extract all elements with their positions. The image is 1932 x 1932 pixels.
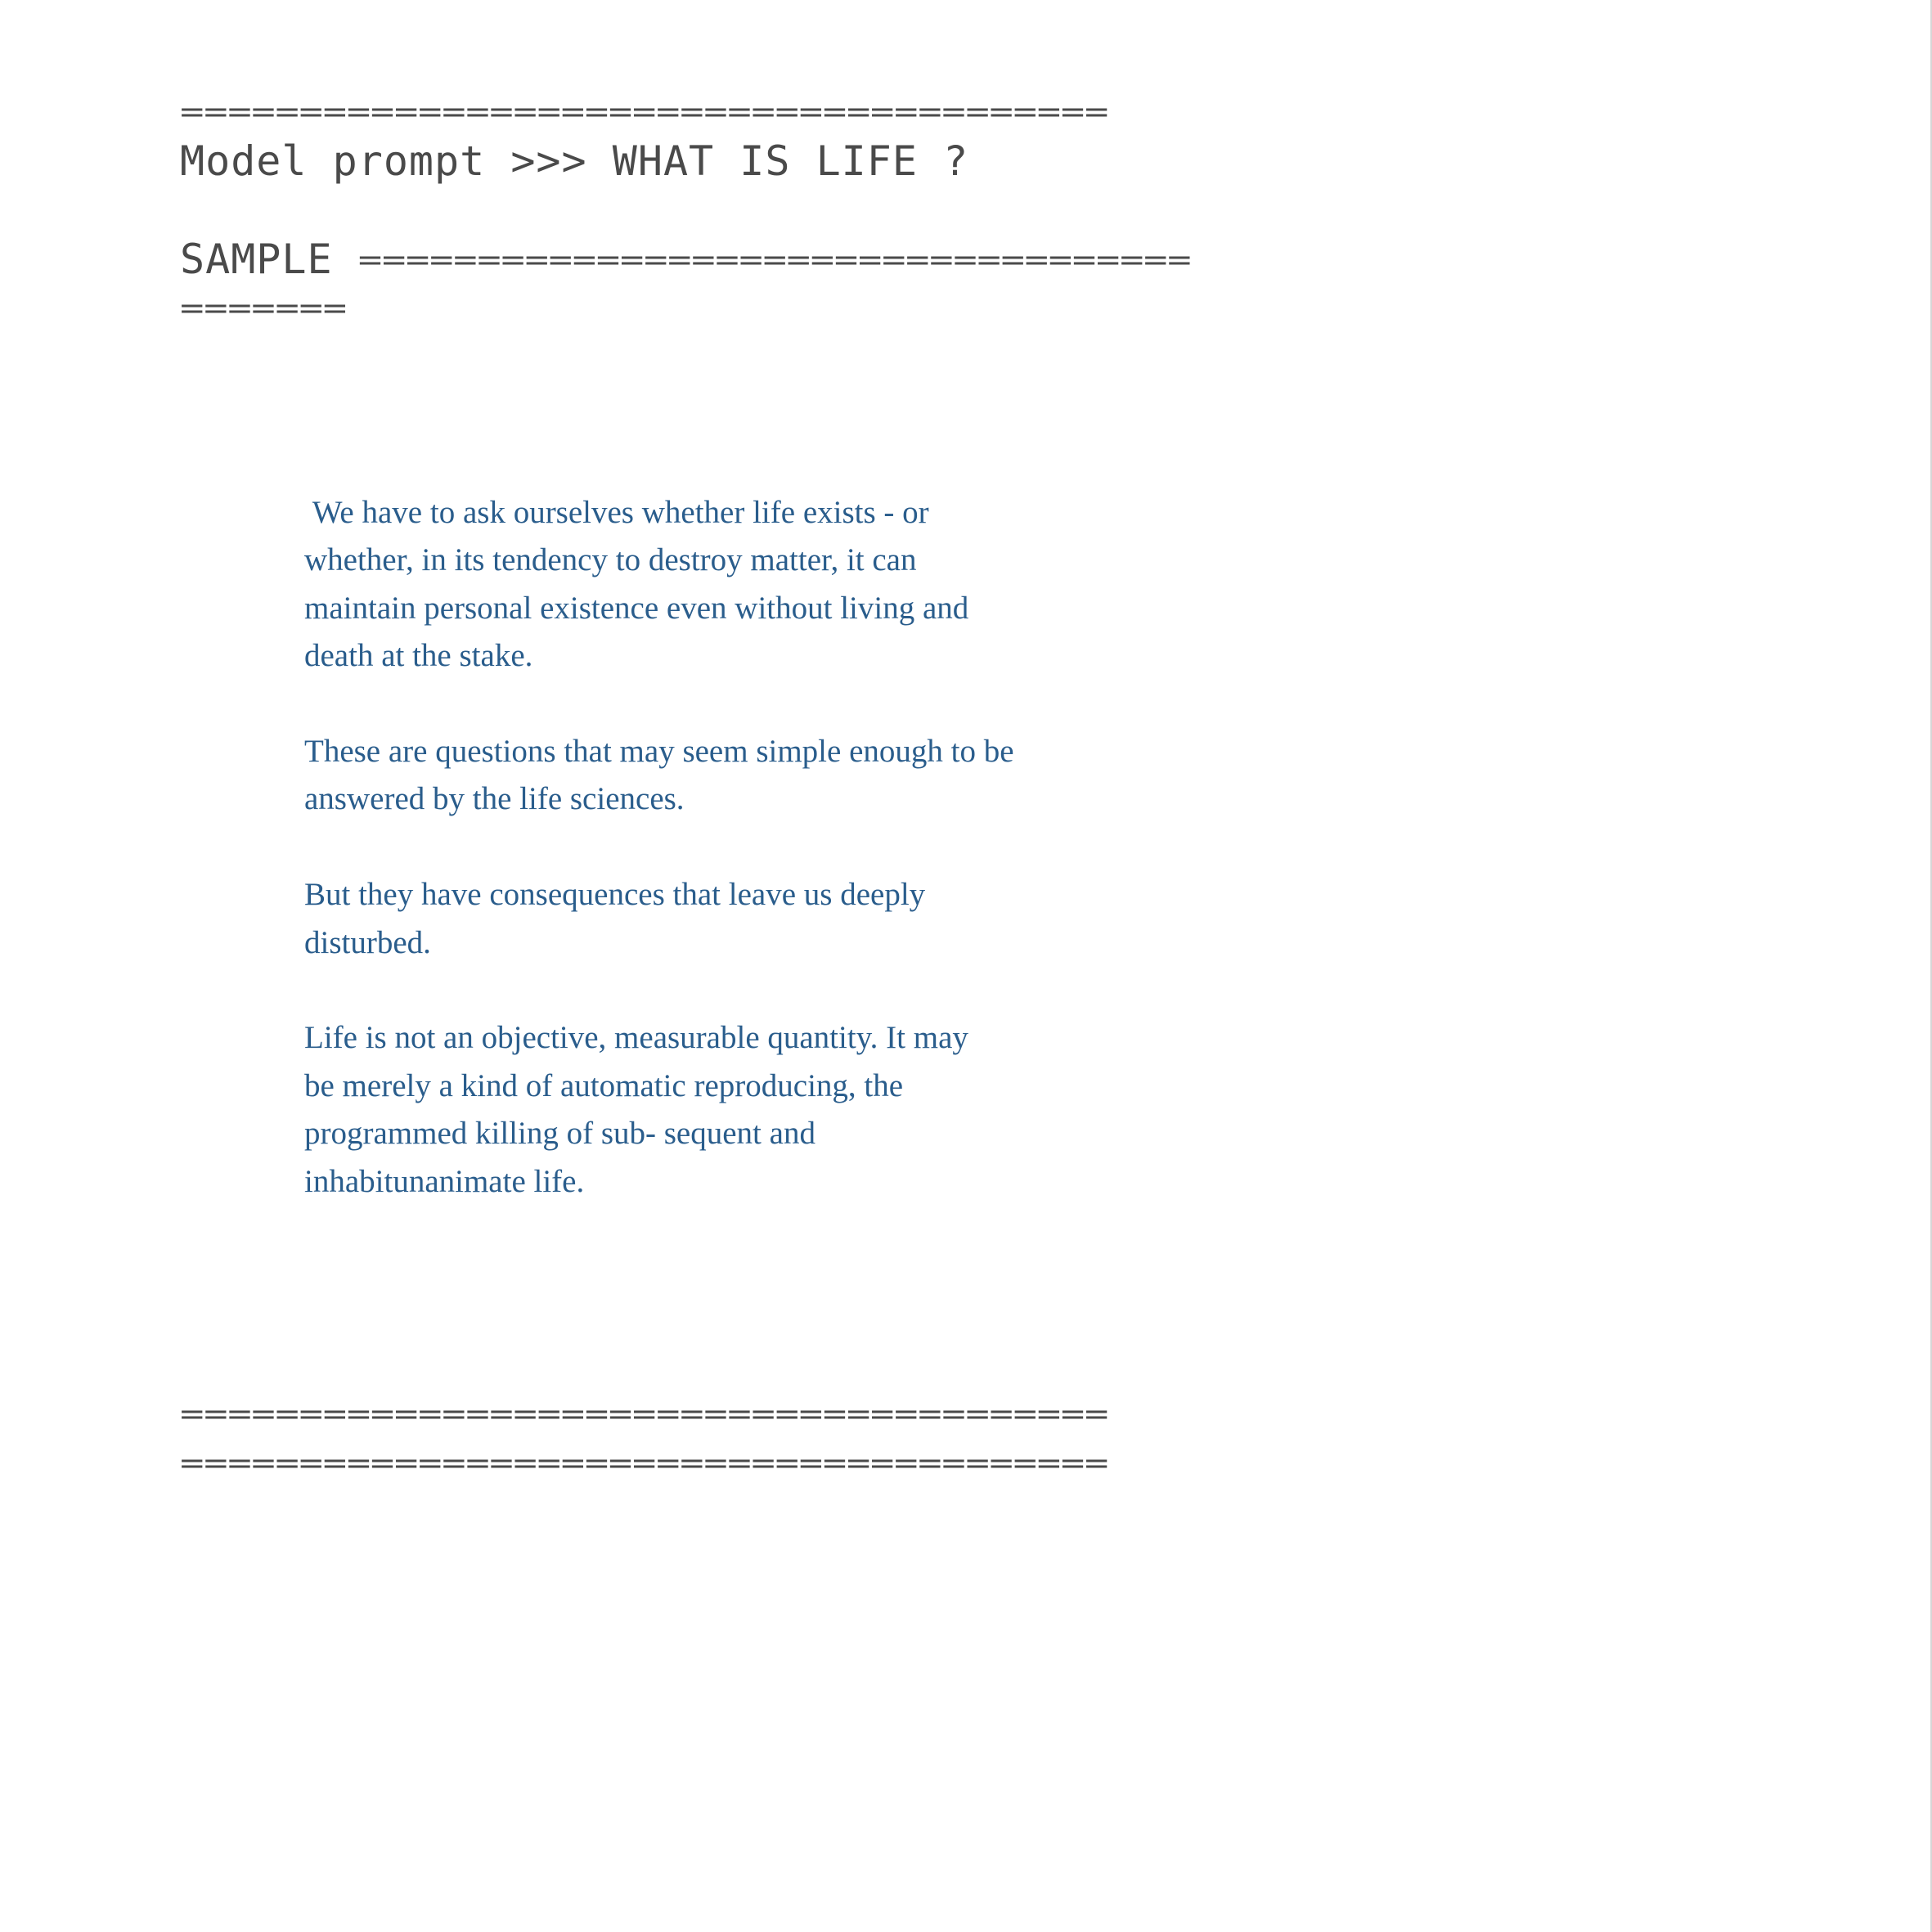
sample-paragraph: We have to ask ourselves whether life ex… — [304, 495, 977, 674]
sample-label: SAMPLE — [180, 236, 333, 283]
model-prompt: Model prompt >>> WHAT IS LIFE ? — [180, 137, 969, 185]
sample-header: SAMPLE =================================… — [180, 236, 1192, 283]
sample-separator: =================================== — [357, 242, 1192, 277]
sample-paragraph: Life is not an objective, measurable qua… — [304, 1020, 968, 1199]
bottom-separator-1: ======================================= — [180, 1396, 1108, 1431]
sample-paragraph: But they have consequences that leave us… — [304, 877, 926, 960]
bottom-separator-2: ======================================= — [180, 1445, 1108, 1480]
sample-separator-wrap: ======= — [180, 290, 347, 326]
sample-text: We have to ask ourselves whether life ex… — [304, 489, 1081, 1253]
sample-paragraph: These are questions that may seem simple… — [304, 734, 1014, 817]
top-separator: ======================================= — [180, 94, 1108, 129]
